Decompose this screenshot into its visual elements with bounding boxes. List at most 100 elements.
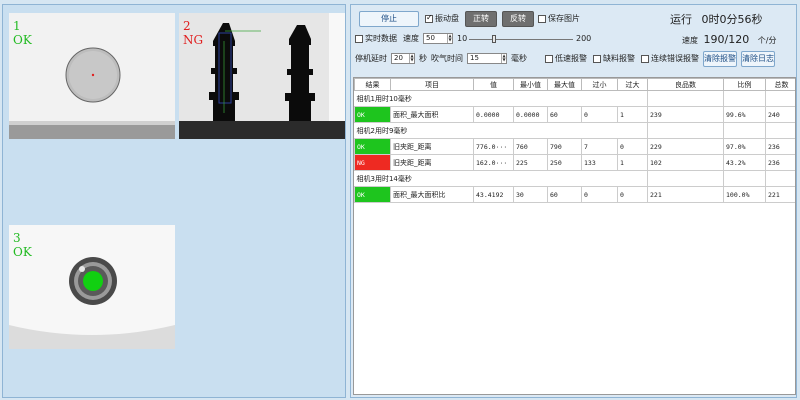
column-header[interactable]: 总数 [765, 78, 795, 91]
run-time: 0时0分56秒 [701, 13, 763, 26]
cell-max: 60 [547, 186, 582, 203]
group-filler [765, 122, 795, 139]
speed-status: 速度 190/120 个/分 [682, 34, 777, 46]
cell-value: 0.0000 [473, 106, 514, 123]
run-label: 运行 [670, 13, 692, 26]
speed-value: 50 [426, 34, 435, 42]
save-image-checkbox[interactable]: 保存图片 [538, 14, 580, 24]
camera-3-view[interactable]: 3 OK [9, 225, 175, 349]
speed-input[interactable]: 50 ▲ ▼ [423, 33, 453, 44]
group-filler [647, 122, 724, 139]
column-header[interactable]: 过大 [617, 78, 648, 91]
table-row[interactable]: NG 旧夹距_距离 162.0··· 225 250 133 1 102 43.2% 236 [354, 154, 795, 171]
column-header[interactable]: 比例 [723, 78, 766, 91]
consecutive-alarm-label: 连续错误报警 [651, 54, 699, 63]
column-header[interactable]: 过小 [581, 78, 618, 91]
camera-2-image [179, 13, 345, 139]
group-filler [723, 90, 766, 107]
speed-status-value: 190/120 [703, 33, 750, 46]
cell-value: 776.0··· [473, 138, 514, 155]
clear-alarm-button[interactable]: 清除报警 [703, 51, 737, 67]
camera-1-view[interactable]: 1 OK [9, 13, 175, 139]
camera-panel: 1 OK 2 NG 3 OK [2, 4, 346, 398]
cell-item: 旧夹距_距离 [390, 138, 474, 155]
speed-label: 速度 [403, 34, 419, 43]
consecutive-alarm-checkbox[interactable]: 连续错误报警 [641, 54, 699, 64]
speed-status-label: 速度 [682, 36, 698, 45]
stop-delay-input[interactable]: 20 ▲ ▼ [391, 53, 415, 64]
realtime-check-icon [355, 35, 363, 43]
missing-alarm-checkbox[interactable]: 缺料报警 [593, 54, 635, 64]
column-header[interactable]: 结果 [354, 78, 391, 91]
group-title: 相机2用时9毫秒 [354, 122, 648, 139]
cell-min: 30 [513, 186, 548, 203]
missing-alarm-label: 缺料报警 [603, 54, 635, 63]
realtime-label: 实时数据 [365, 34, 397, 43]
table-row[interactable]: OK 面积_最大面积 0.0000 0.0000 60 0 1 239 99.6% 240 [354, 106, 795, 123]
group-title: 相机3用时14毫秒 [354, 170, 648, 187]
realtime-checkbox[interactable]: 实时数据 [355, 34, 397, 44]
cell-good: 239 [647, 106, 724, 123]
blow-time-value: 15 [470, 54, 479, 62]
column-header[interactable]: 项目 [390, 78, 474, 91]
slider-min-label: 10 [457, 34, 468, 43]
clear-log-button[interactable]: 清除日志 [741, 51, 775, 67]
cell-good: 102 [647, 154, 724, 171]
camera-4-view[interactable] [179, 225, 345, 349]
stop-delay-spinner-icon[interactable]: ▲ ▼ [409, 54, 414, 63]
column-header[interactable]: 值 [473, 78, 514, 91]
reverse-button[interactable]: 反转 [502, 11, 534, 27]
camera-3-result: OK [13, 245, 32, 259]
stop-button[interactable]: 停止 [359, 11, 419, 27]
group-row: 相机1用时10毫秒 [354, 90, 795, 107]
low-speed-alarm-checkbox[interactable]: 低速报警 [545, 54, 587, 64]
speed-slider-thumb[interactable] [492, 35, 496, 43]
cell-max: 790 [547, 138, 582, 155]
group-row: 相机3用时14毫秒 [354, 170, 795, 187]
group-title: 相机1用时10毫秒 [354, 90, 648, 107]
vibrate-checkbox[interactable]: 振动盘 [425, 13, 459, 24]
group-filler [647, 170, 724, 187]
cell-ratio: 100.0% [723, 186, 766, 203]
speed-spinner-icon[interactable]: ▲ ▼ [447, 34, 452, 43]
blow-time-unit: 毫秒 [511, 54, 527, 63]
column-header[interactable]: 最大值 [547, 78, 582, 91]
camera-1-result: OK [13, 33, 32, 47]
cell-value: 43.4192 [473, 186, 514, 203]
control-area: 停止 振动盘 正转 反转 保存图片 运行 0时0分56秒 实时数据 速度 50 … [351, 5, 796, 71]
table-body: 相机1用时10毫秒 OK 面积_最大面积 0.0000 0.0000 60 0 1 239 99.… [354, 90, 795, 203]
vibrate-check-icon [425, 13, 433, 23]
cell-min: 0.0000 [513, 106, 548, 123]
run-status: 运行 0时0分56秒 [670, 14, 763, 26]
forward-button[interactable]: 正转 [465, 11, 497, 27]
missing-alarm-check-icon [593, 55, 601, 63]
stop-delay-label: 停机延时 [355, 54, 387, 63]
camera-1-image [9, 13, 175, 139]
cell-too-large: 0 [617, 186, 648, 203]
control-panel: 停止 振动盘 正转 反转 保存图片 运行 0时0分56秒 实时数据 速度 50 … [350, 4, 797, 398]
column-header[interactable]: 良品数 [647, 78, 724, 91]
cell-good: 221 [647, 186, 724, 203]
table-row[interactable]: OK 旧夹距_距离 776.0··· 760 790 7 0 229 97.0% 236 [354, 138, 795, 155]
cell-ratio: 97.0% [723, 138, 766, 155]
camera-2-label: 2 NG [183, 19, 203, 47]
cell-good: 229 [647, 138, 724, 155]
blow-time-spinner-icon[interactable]: ▲ ▼ [501, 54, 506, 63]
cell-total: 236 [765, 138, 795, 155]
results-grid: 结果 项目值最小值 最大值 过小 过大 良品数 比例 总数 相机1用时10毫秒 OK 面积_最大面… [354, 78, 795, 203]
cell-result: OK [354, 138, 391, 155]
cell-value: 162.0··· [473, 154, 514, 171]
speed-status-unit: 个/分 [757, 36, 777, 45]
table-row[interactable]: OK 面积_最大面积比 43.4192 30 60 0 0 221 100.0% 221 [354, 186, 795, 203]
cell-max: 60 [547, 106, 582, 123]
camera-3-index: 3 [13, 231, 21, 245]
cell-result: OK [354, 106, 391, 123]
camera-1-label: 1 OK [13, 19, 32, 47]
cell-result: OK [354, 186, 391, 203]
blow-time-input[interactable]: 15 ▲ ▼ [467, 53, 507, 64]
results-table[interactable]: 结果 项目值最小值 最大值 过小 过大 良品数 比例 总数 相机1用时10毫秒 OK 面积_最大面… [353, 77, 796, 395]
column-header[interactable]: 最小值 [513, 78, 548, 91]
camera-2-view[interactable]: 2 NG [179, 13, 345, 139]
speed-slider-track[interactable] [469, 39, 573, 40]
cell-too-large: 0 [617, 138, 648, 155]
